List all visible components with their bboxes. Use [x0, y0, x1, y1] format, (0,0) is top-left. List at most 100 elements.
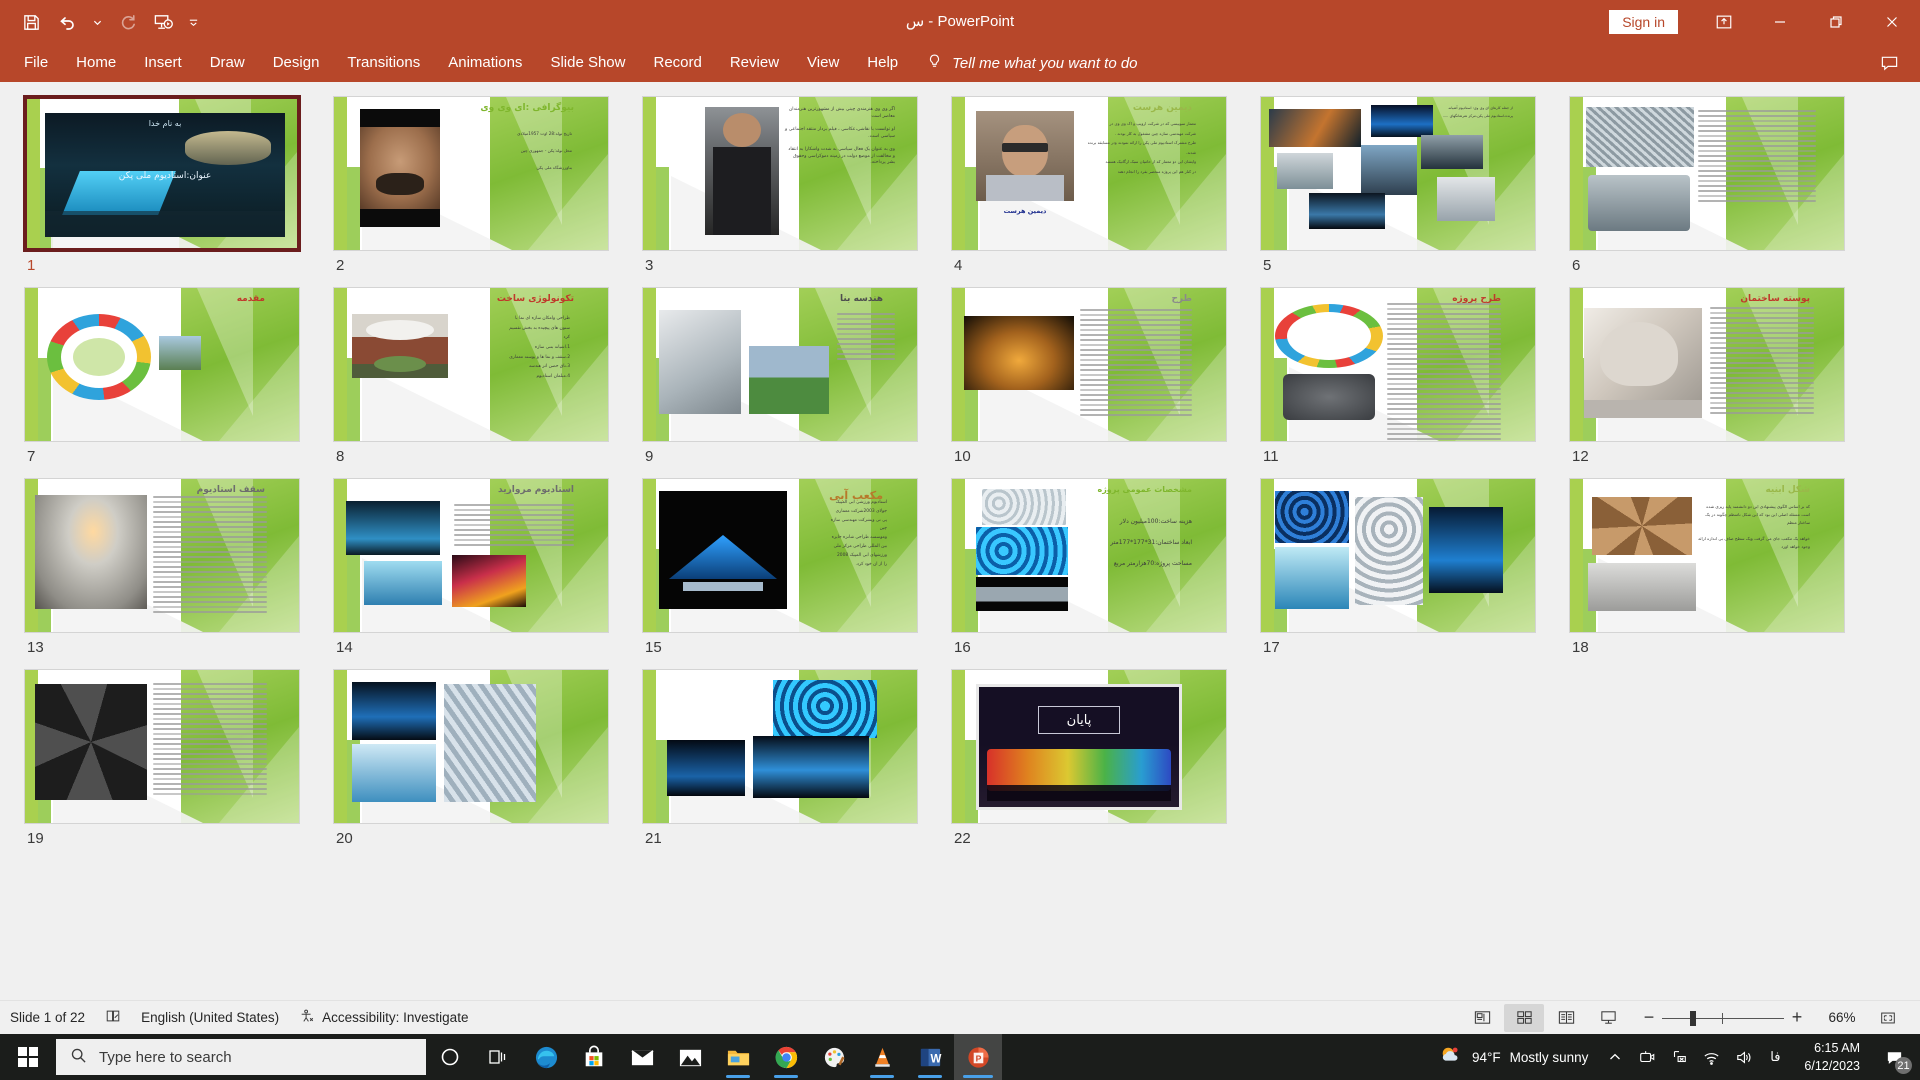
normal-view-button[interactable]: [1462, 1004, 1502, 1032]
slide-14-canvas[interactable]: استادیوم مروارید: [333, 478, 609, 633]
taskbar-cortana[interactable]: [426, 1034, 474, 1080]
sign-in-button[interactable]: Sign in: [1609, 10, 1678, 34]
language-status[interactable]: English (United States): [131, 1004, 289, 1032]
slide-thumbnail-12[interactable]: پوسته ساختمان 12: [1569, 287, 1878, 472]
slide-13-canvas[interactable]: سقف استادیوم: [24, 478, 300, 633]
tab-design[interactable]: Design: [259, 44, 334, 82]
slide-thumbnail-9[interactable]: هندسه بنا 9: [642, 287, 951, 472]
action-center-button[interactable]: 21: [1874, 1034, 1914, 1080]
slide-6-canvas[interactable]: [1569, 96, 1845, 251]
zoom-slider-handle[interactable]: [1690, 1010, 1696, 1026]
tab-draw[interactable]: Draw: [196, 44, 259, 82]
slide-counter[interactable]: Slide 1 of 22: [0, 1004, 95, 1032]
slide-21-canvas[interactable]: [642, 669, 918, 824]
fit-to-window-button[interactable]: [1868, 1004, 1908, 1032]
tab-insert[interactable]: Insert: [130, 44, 196, 82]
tab-file[interactable]: File: [10, 44, 62, 82]
restore-button[interactable]: [1808, 0, 1864, 44]
taskbar-chrome[interactable]: [762, 1034, 810, 1080]
tab-review[interactable]: Review: [716, 44, 793, 82]
slide-20-canvas[interactable]: [333, 669, 609, 824]
taskbar-photos[interactable]: [666, 1034, 714, 1080]
slide-thumbnail-2[interactable]: بیوگرافی :ای وی وی تاریخ تولد:28 اوت 195…: [333, 96, 642, 281]
slide-thumbnail-14[interactable]: استادیوم مروارید 14: [333, 478, 642, 663]
start-button[interactable]: [0, 1034, 56, 1080]
customize-quick-access-toolbar-button[interactable]: [182, 6, 204, 38]
ribbon-display-options-button[interactable]: [1696, 0, 1752, 44]
slide-thumbnail-13[interactable]: سقف استادیوم 13: [24, 478, 333, 663]
slide-thumbnail-17[interactable]: 17: [1260, 478, 1569, 663]
taskbar-powerpoint[interactable]: P: [954, 1034, 1002, 1080]
slide-thumbnail-10[interactable]: طرح 10: [951, 287, 1260, 472]
slide-18-canvas[interactable]: شکل ابنیه که بر اساس الگوی پیشنهادی این …: [1569, 478, 1845, 633]
zoom-in-button[interactable]: +: [1784, 1007, 1810, 1028]
zoom-slider[interactable]: − +: [1636, 1007, 1810, 1028]
notes-page-button[interactable]: [95, 1004, 131, 1032]
tab-help[interactable]: Help: [853, 44, 912, 82]
comments-button[interactable]: [1872, 47, 1906, 79]
slide-15-canvas[interactable]: مکعب آبی استادیوم ورزشی ابی المپیک جولای…: [642, 478, 918, 633]
reading-view-button[interactable]: [1546, 1004, 1586, 1032]
zoom-track[interactable]: [1662, 1010, 1784, 1026]
slide-thumbnail-1[interactable]: به نام خدا عنوان:استادیوم ملی پکن 1: [23, 95, 333, 281]
network-error-icon[interactable]: [1664, 1034, 1694, 1080]
wifi-icon[interactable]: [1696, 1034, 1726, 1080]
slide-12-canvas[interactable]: پوسته ساختمان: [1569, 287, 1845, 442]
taskbar-mail[interactable]: [618, 1034, 666, 1080]
taskbar-word[interactable]: W: [906, 1034, 954, 1080]
start-from-beginning-button[interactable]: [146, 6, 180, 38]
save-button[interactable]: [14, 6, 48, 38]
slide-thumbnail-4[interactable]: دیمین هرست دیمین هرست معمار سوییسی که در…: [951, 96, 1260, 281]
slide-thumbnail-15[interactable]: مکعب آبی استادیوم ورزشی ابی المپیک جولای…: [642, 478, 951, 663]
slide-11-canvas[interactable]: طرح پروژه: [1260, 287, 1536, 442]
slide-8-canvas[interactable]: تکونولوژی ساخت طراحی وامکان سازه ای نما …: [333, 287, 609, 442]
slide-3-canvas[interactable]: اگر وی وی هنرمندی چینی بیش از مشهورترین …: [642, 96, 918, 251]
taskbar-search-box[interactable]: Type here to search: [56, 1039, 426, 1075]
taskbar-microsoft-store[interactable]: [570, 1034, 618, 1080]
taskbar-edge[interactable]: [522, 1034, 570, 1080]
undo-dropdown-button[interactable]: [86, 6, 108, 38]
taskbar-file-explorer[interactable]: [714, 1034, 762, 1080]
slide-thumbnail-21[interactable]: 21: [642, 669, 951, 854]
slide-22-canvas[interactable]: پایان: [951, 669, 1227, 824]
minimize-button[interactable]: [1752, 0, 1808, 44]
taskbar-vlc[interactable]: [858, 1034, 906, 1080]
zoom-out-button[interactable]: −: [1636, 1007, 1662, 1028]
slide-thumbnail-8[interactable]: تکونولوژی ساخت طراحی وامکان سازه ای نما …: [333, 287, 642, 472]
tab-record[interactable]: Record: [639, 44, 715, 82]
language-farsi-icon[interactable]: فا: [1760, 1034, 1790, 1080]
slide-show-view-button[interactable]: [1588, 1004, 1628, 1032]
slide-19-canvas[interactable]: [24, 669, 300, 824]
taskbar-paint[interactable]: [810, 1034, 858, 1080]
accessibility-status[interactable]: Accessibility: Investigate: [289, 1004, 478, 1032]
slide-thumbnail-19[interactable]: 19: [24, 669, 333, 854]
tab-animations[interactable]: Animations: [434, 44, 536, 82]
slide-17-canvas[interactable]: [1260, 478, 1536, 633]
slide-thumbnail-5[interactable]: از جمله کارهای ای وی وی: استادیوم آشیانه…: [1260, 96, 1569, 281]
undo-button[interactable]: [50, 6, 84, 38]
slide-10-canvas[interactable]: طرح: [951, 287, 1227, 442]
taskbar-task-view[interactable]: [474, 1034, 522, 1080]
slide-thumbnail-11[interactable]: طرح پروژه 11: [1260, 287, 1569, 472]
close-button[interactable]: [1864, 0, 1920, 44]
tell-me-search[interactable]: Tell me what you want to do: [926, 53, 1138, 74]
slide-5-canvas[interactable]: از جمله کارهای ای وی وی: استادیوم آشیانه…: [1260, 96, 1536, 251]
redo-button[interactable]: [110, 6, 144, 38]
tab-transitions[interactable]: Transitions: [333, 44, 434, 82]
taskbar-clock[interactable]: 6:15 AM 6/12/2023: [1792, 1034, 1872, 1080]
zoom-level-label[interactable]: 66%: [1818, 1010, 1866, 1025]
slide-1-canvas[interactable]: به نام خدا عنوان:استادیوم ملی پکن: [23, 95, 301, 252]
slide-9-canvas[interactable]: هندسه بنا: [642, 287, 918, 442]
slide-thumbnail-6[interactable]: 6: [1569, 96, 1878, 281]
show-hidden-icons-button[interactable]: [1600, 1034, 1630, 1080]
tab-slide-show[interactable]: Slide Show: [536, 44, 639, 82]
tab-view[interactable]: View: [793, 44, 853, 82]
slide-sorter-view-button[interactable]: [1504, 1003, 1544, 1032]
slide-4-canvas[interactable]: دیمین هرست دیمین هرست معمار سوییسی که در…: [951, 96, 1227, 251]
volume-icon[interactable]: [1728, 1034, 1758, 1080]
taskbar-weather-widget[interactable]: 94°F Mostly sunny: [1429, 1034, 1598, 1080]
slide-thumbnail-16[interactable]: مشخصات عمومی پروژه هزینه ساخت:100میلیون …: [951, 478, 1260, 663]
slide-thumbnail-22[interactable]: پایان 22: [951, 669, 1260, 854]
slide-sorter-workspace[interactable]: به نام خدا عنوان:استادیوم ملی پکن 1 بیوگ…: [0, 82, 1920, 1000]
slide-thumbnail-18[interactable]: شکل ابنیه که بر اساس الگوی پیشنهادی این …: [1569, 478, 1878, 663]
